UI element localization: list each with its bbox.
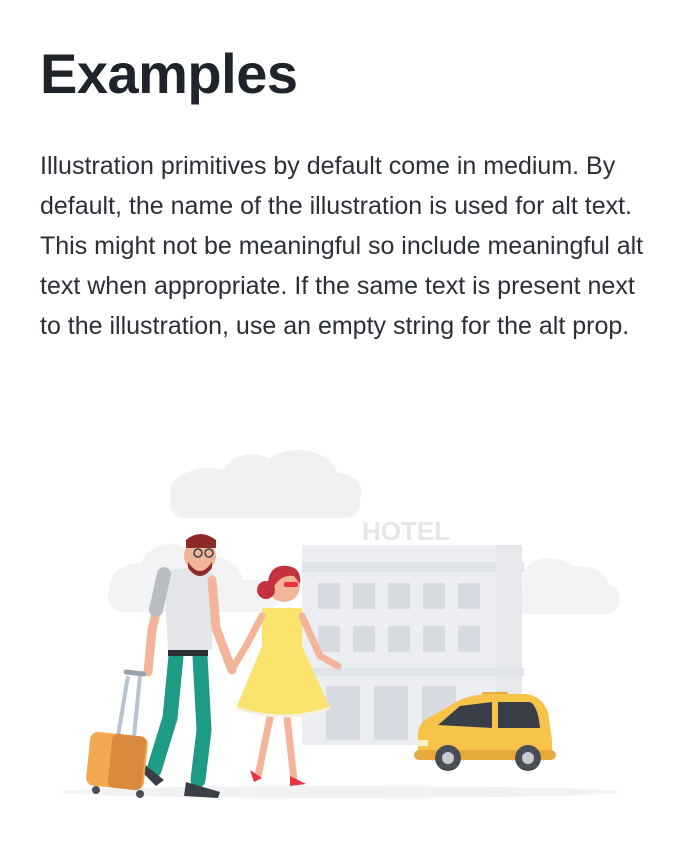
page-title: Examples xyxy=(40,42,298,105)
cloud-top xyxy=(170,450,362,518)
description-paragraph: Illustration primitives by default come … xyxy=(40,152,644,340)
travel-illustration: HOTEL xyxy=(40,440,640,810)
hotel-sign: HOTEL xyxy=(362,516,450,546)
suitcase xyxy=(86,669,148,798)
cloud-right xyxy=(510,558,620,614)
